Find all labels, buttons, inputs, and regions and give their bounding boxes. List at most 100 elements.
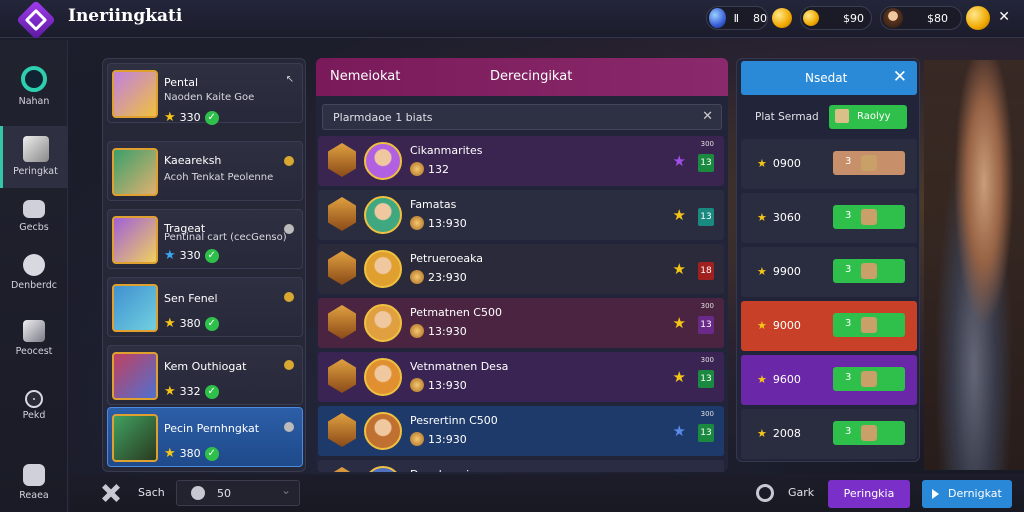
claim-count: 3 xyxy=(845,264,852,275)
row-value: 13:930 xyxy=(410,378,467,392)
favorite-star-icon[interactable]: ★ xyxy=(673,368,686,386)
star-icon: ★ xyxy=(757,427,767,440)
ranking-row[interactable]: Daoehnaei xyxy=(318,460,724,472)
back-label[interactable]: Gark xyxy=(788,486,814,499)
rank-badge-icon xyxy=(328,251,356,285)
rank-badge-icon xyxy=(328,305,356,339)
favorite-star-icon[interactable]: ★ xyxy=(673,260,686,278)
row-title: Cikanmarites xyxy=(410,144,483,157)
peringkia-button[interactable]: Peringkia xyxy=(828,480,910,508)
hero-card[interactable]: Kaeareksh Acoh Tenkat Peolenne xyxy=(107,141,303,201)
hero-portrait xyxy=(112,284,158,332)
hero-card[interactable]: Kem Outhiogat ★ 332 ✓ xyxy=(107,345,303,405)
hero-portrait xyxy=(112,148,158,196)
hero-name: Pecin Pernhngkat xyxy=(164,422,260,435)
ranking-row[interactable]: Cikanmarites 132 ★ 300 13 xyxy=(318,136,724,186)
row-title: Daoehnaei xyxy=(410,468,469,472)
star-icon: ★ xyxy=(757,319,767,332)
hero-avatar xyxy=(364,142,402,180)
hero-card-selected[interactable]: Pecin Pernhngkat ★ 380 ✓ xyxy=(107,407,303,467)
ranking-row[interactable]: Petmatnen C500 13:930 ★ 300 13 xyxy=(318,298,724,348)
gold-counter[interactable]: $90 xyxy=(800,6,872,30)
bag-icon xyxy=(23,200,45,218)
star-icon: ★ xyxy=(164,316,176,331)
reward-row[interactable]: ★ 9000 3 xyxy=(741,301,917,351)
row-value-text: 13:930 xyxy=(428,432,467,446)
hero-stats: ★ 380 ✓ xyxy=(164,316,219,331)
count-field[interactable]: 50 ⌄ xyxy=(176,480,300,506)
hero-card[interactable]: Pental Naoden Kaite Goe ★ 330 ✓ ↖ xyxy=(107,63,303,125)
reward-label: ★ 9900 xyxy=(757,265,801,278)
star-icon: ★ xyxy=(757,265,767,278)
note-icon xyxy=(23,254,45,276)
nav-item-reaea[interactable]: Reaea xyxy=(0,464,68,501)
play-icon xyxy=(932,489,939,499)
ring-icon xyxy=(21,66,47,92)
hero-score: 330 xyxy=(179,249,201,262)
close-icon[interactable]: ✕ xyxy=(998,9,1010,25)
reward-row[interactable]: ★ 9600 3 xyxy=(741,355,917,405)
hero-card[interactable]: Sen Fenel ★ 380 ✓ xyxy=(107,277,303,337)
shield-icon xyxy=(27,392,41,406)
row-title: Vetnmatnen Desa xyxy=(410,360,509,373)
rank-badge-icon xyxy=(328,467,356,472)
favorite-star-icon[interactable]: ★ xyxy=(673,152,686,170)
hero-portrait xyxy=(112,216,158,264)
nav-item-gecbs[interactable]: Gecbs xyxy=(0,200,68,233)
player-counter[interactable]: $80 xyxy=(880,6,962,30)
claim-button[interactable]: 3 xyxy=(833,421,905,445)
reward-row[interactable]: ★ 9900 3 xyxy=(741,247,917,297)
ranking-row[interactable]: Petrueroeaka 23:930 ★ 18 xyxy=(318,244,724,294)
reward-row[interactable]: ★ 0900 3 xyxy=(741,139,917,189)
claim-button[interactable]: 3 xyxy=(833,205,905,229)
filter-bar[interactable]: Plarmdaoe 1 biats ✕ xyxy=(322,104,722,130)
sort-label[interactable]: Sach xyxy=(138,486,165,499)
favorite-star-icon[interactable]: ★ xyxy=(673,422,686,440)
clear-icon[interactable]: ✕ xyxy=(702,109,713,124)
row-value: 13:930 xyxy=(410,324,467,338)
favorite-star-icon[interactable]: ★ xyxy=(673,314,686,332)
row-value-text: 132 xyxy=(428,162,449,176)
play-button[interactable]: Dernigkat xyxy=(922,480,1012,508)
ranking-row[interactable]: Pesrertinn C500 13:930 ★ 300 13 xyxy=(318,406,724,456)
claim-count: 3 xyxy=(845,318,852,329)
close-icon[interactable]: ✕ xyxy=(893,67,907,87)
claim-button[interactable]: 3 xyxy=(833,313,905,337)
reward-row[interactable]: ★ 2008 3 xyxy=(741,409,917,459)
tab-left[interactable]: Nemeiokat xyxy=(330,69,400,84)
premium-coin-icon[interactable] xyxy=(966,6,990,30)
nav-item-peocest[interactable]: Peocest xyxy=(0,320,68,357)
claim-count: 3 xyxy=(845,156,852,167)
detail-sub-label: Plat Sermad xyxy=(755,111,819,123)
nav-item-nahan[interactable]: Nahan xyxy=(0,66,68,107)
expand-icon: ⌄ xyxy=(280,483,291,497)
hero-card[interactable]: Trageat Pentinal cart (cecGenso) ★ 330 ✓ xyxy=(107,209,303,269)
hero-stats: ★ 380 ✓ xyxy=(164,446,219,461)
scroll-icon xyxy=(835,109,849,123)
gems-counter[interactable]: Ⅱ 80 xyxy=(706,6,768,30)
claim-button[interactable]: 3 xyxy=(833,367,905,391)
claim-button[interactable]: 3 xyxy=(833,259,905,283)
nav-item-pekd[interactable]: Pekd xyxy=(0,392,68,421)
nav-item-peringkat[interactable]: Peringkat xyxy=(0,126,68,188)
hero-artwork xyxy=(924,60,1024,470)
reward-row[interactable]: ★ 3060 3 xyxy=(741,193,917,243)
ranking-header: Nemeiokat Derecingikat xyxy=(316,58,728,96)
ready-button[interactable]: Raolyy xyxy=(829,105,907,129)
row-title: Petmatnen C500 xyxy=(410,306,502,319)
gold-value: $90 xyxy=(843,11,864,25)
hero-name: Kem Outhiogat xyxy=(164,360,247,373)
shuffle-icon[interactable] xyxy=(102,484,120,502)
claim-button[interactable]: 3 xyxy=(833,151,905,175)
tab-right[interactable]: Derecingikat xyxy=(490,69,572,84)
detail-header: Nsedat ✕ xyxy=(741,61,917,95)
ranking-row[interactable]: Famatas 13:930 ★ 13 xyxy=(318,190,724,240)
favorite-star-icon[interactable]: ★ xyxy=(673,206,686,224)
ranking-row[interactable]: Vetnmatnen Desa 13:930 ★ 300 13 xyxy=(318,352,724,402)
check-icon: ✓ xyxy=(204,384,219,399)
row-value-text: 13:930 xyxy=(428,324,467,338)
back-icon[interactable] xyxy=(756,484,774,502)
nav-item-denberdc[interactable]: Denberdc xyxy=(0,254,68,291)
hero-score: 330 xyxy=(179,111,201,124)
hero-stats: ★ 330 ✓ xyxy=(164,248,219,263)
